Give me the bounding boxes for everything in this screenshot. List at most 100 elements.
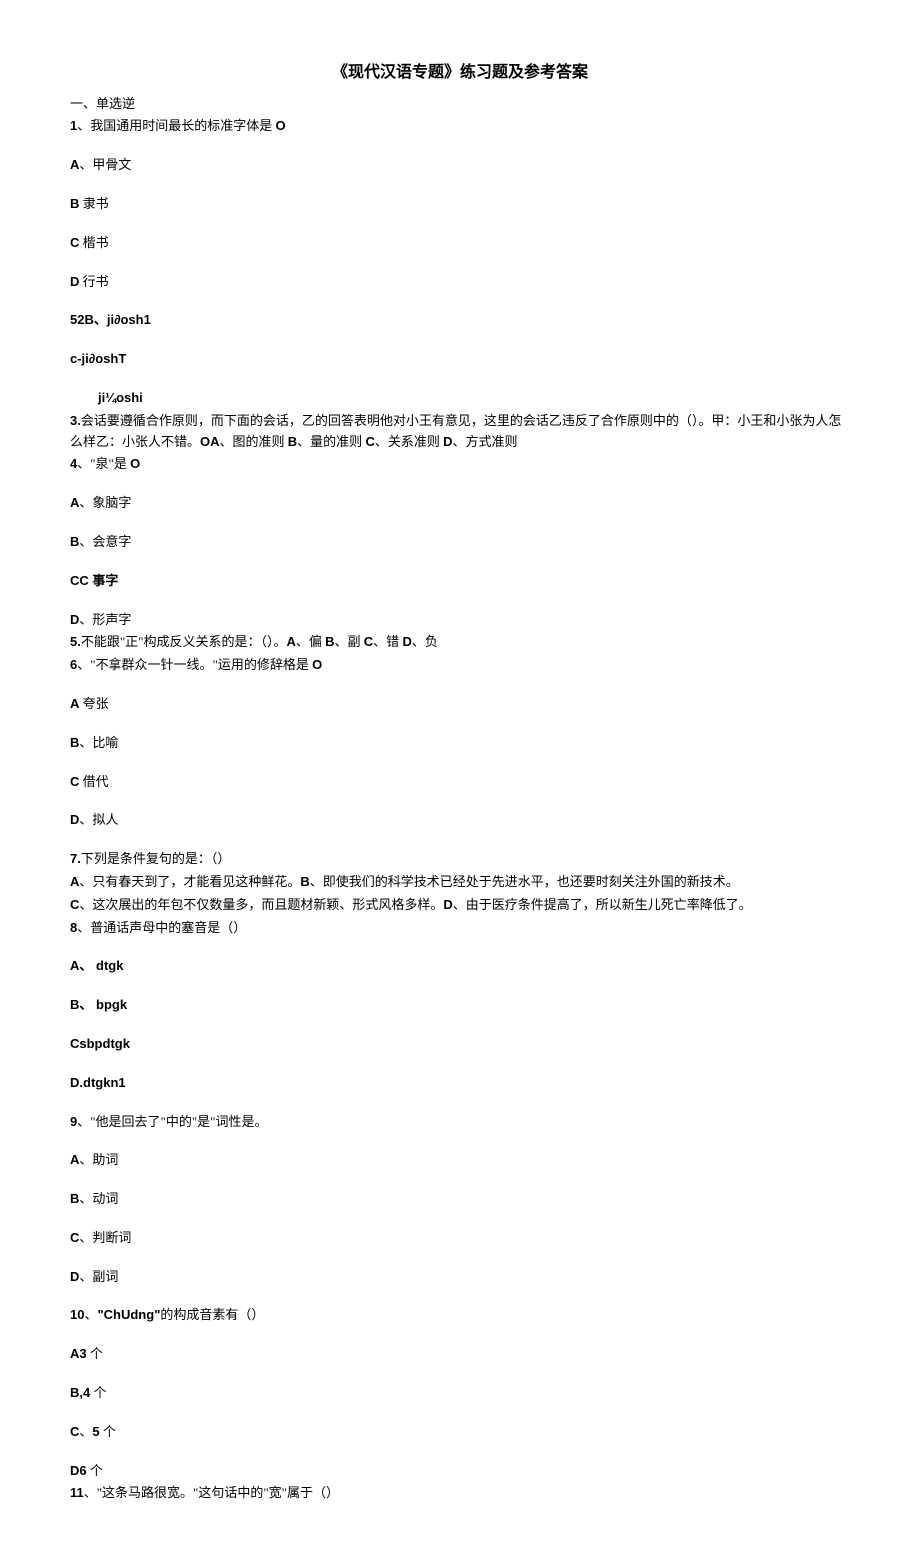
section-heading: 一、单选逆 [70, 94, 850, 115]
q7-a: A [70, 874, 79, 889]
q3-c: C [365, 434, 374, 449]
q5-dtext: 、负 [412, 634, 438, 649]
label-a: A3 [70, 1346, 87, 1361]
q5-text: 不能跟"正"构成反义关系的是：（）。 [81, 634, 287, 649]
q3-stem: 3.会话要遵循合作原则，而下面的会话，乙的回答表明他对小王有意见，这里的会话乙违… [70, 411, 850, 453]
q1-opt-c: C 楷书 [70, 233, 850, 254]
opt-text: 、副词 [79, 1269, 118, 1284]
label-a: A [70, 958, 79, 973]
q10-opt-a: A3 个 [70, 1344, 850, 1365]
q10-sep: 、 [84, 1307, 97, 1322]
q9-opt-c: C、判断词 [70, 1228, 850, 1249]
q7-opts-row1: A、只有春天到了，才能看见这种鲜花。B、即使我们的科学技术已经处于先进水平，也还… [70, 872, 850, 893]
opt-text: 、会意字 [79, 534, 131, 549]
q7-d: D [443, 897, 452, 912]
q1-opt-a: A、甲骨文 [70, 155, 850, 176]
q5-atext: 、偏 [296, 634, 325, 649]
q10-opt-b: B,4 个 [70, 1383, 850, 1404]
q10-num: 10 [70, 1307, 84, 1322]
q11-num: 11 [70, 1485, 84, 1500]
q5-b: B [325, 634, 334, 649]
q8-opt-b: B、 bpgk [70, 995, 850, 1016]
q7-ctext: 、这次展出的年包不仅数量多，而且题材新颖、形式风格多样。 [79, 897, 443, 912]
q10-pinyin: "ChUdng" [97, 1307, 160, 1322]
q3-oa: OA [200, 434, 220, 449]
q1-opt-b: B 隶书 [70, 194, 850, 215]
q8-opt-d: D.dtgkn1 [70, 1073, 850, 1094]
label-c-num: 5 [92, 1424, 99, 1439]
q4-opt-c: CC 事字 [70, 571, 850, 592]
opt-text: 、形声字 [79, 612, 131, 627]
q2-line3: ji¼oshi [70, 388, 850, 409]
q3-b: B [288, 434, 297, 449]
q7-atext: 、只有春天到了，才能看见这种鲜花。 [79, 874, 300, 889]
q4-text: 、"泉"是 [77, 456, 130, 471]
q4-opt-a: A、象脑字 [70, 493, 850, 514]
label-c: C [70, 774, 79, 789]
label-c-pre: C [70, 1424, 79, 1439]
q2-line1: 52B、ji∂osh1 [70, 310, 850, 331]
q3-num: 3. [70, 413, 81, 428]
opt-text: 、 dtgk [79, 958, 123, 973]
opt-text: 事字 [89, 573, 119, 588]
opt-text: 、 bpgk [79, 997, 127, 1012]
q11-stem: 11、"这条马路很宽。"这句话中的"宽"属于（） [70, 1483, 850, 1504]
label-c: C [70, 1230, 79, 1245]
q7-text: 下列是条件复句的是：（） [81, 851, 231, 866]
q1-stem: 1、我国通用时间最长的标准字体是 O [70, 116, 850, 137]
opt-text: 隶书 [79, 196, 108, 211]
q5-a: A [286, 634, 295, 649]
q4-opt-d: D、形声字 [70, 610, 850, 631]
q9-opt-d: D、副词 [70, 1267, 850, 1288]
q6-end: O [312, 657, 322, 672]
label-b: B,4 [70, 1385, 90, 1400]
label-b: B [70, 735, 79, 750]
q1-end: O [276, 118, 286, 133]
q1-text: 、我国通用时间最长的标准字体是 [77, 118, 275, 133]
label-b: B [70, 534, 79, 549]
q1-opt-d: D 行书 [70, 272, 850, 293]
q8-text: 、普通话声母中的塞音是（） [77, 920, 246, 935]
opt-text: 个 [90, 1385, 106, 1400]
label-a: A [70, 157, 79, 172]
q3-ctext: 、关系准则 [375, 434, 443, 449]
q5-d: D [402, 634, 411, 649]
opt-text: 借代 [79, 774, 108, 789]
opt-text: 个 [87, 1463, 103, 1478]
q6-opt-a: A 夸张 [70, 694, 850, 715]
q3-dtext: 、方式准则 [452, 434, 517, 449]
label-a: A [70, 495, 79, 510]
opt-text: 、象脑字 [79, 495, 131, 510]
q6-opt-c: C 借代 [70, 772, 850, 793]
q4-opt-b: B、会意字 [70, 532, 850, 553]
q7-btext: 、即使我们的科学技术已经处于先进水平，也还要时刻关注外国的新技术。 [310, 874, 739, 889]
q9-stem: 9、"他是回去了"中的"是"词性是。 [70, 1112, 850, 1133]
q5-stem: 5.不能跟"正"构成反义关系的是：（）。A、偏 B、副 C、错 D、负 [70, 632, 850, 653]
q6-opt-b: B、比喻 [70, 733, 850, 754]
label-c: C [70, 235, 79, 250]
q2-line2: c-ji∂oshT [70, 349, 850, 370]
label-d: D [70, 1269, 79, 1284]
q5-ctext: 、错 [373, 634, 402, 649]
label-a: A [70, 1152, 79, 1167]
q6-opt-d: D、拟人 [70, 810, 850, 831]
opt-text: 夸张 [79, 696, 108, 711]
q7-num: 7. [70, 851, 81, 866]
label-d: D [70, 812, 79, 827]
opt-text: 行书 [79, 274, 108, 289]
label-b: B [70, 997, 79, 1012]
q8-stem: 8、普通话声母中的塞音是（） [70, 918, 850, 939]
opt-text: 楷书 [79, 235, 108, 250]
q7-stem: 7.下列是条件复句的是：（） [70, 849, 850, 870]
q9-opt-b: B、动词 [70, 1189, 850, 1210]
q5-num: 5. [70, 634, 81, 649]
q5-btext: 、副 [335, 634, 364, 649]
q4-end: O [130, 456, 140, 471]
opt-text: 、甲骨文 [79, 157, 131, 172]
page-title: 《现代汉语专题》练习题及参考答案 [70, 60, 850, 86]
q10-stem: 10、"ChUdng"的构成音素有（） [70, 1305, 850, 1326]
opt-text: 个 [100, 1424, 116, 1439]
q7-c: C [70, 897, 79, 912]
q10-text: 的构成音素有（） [160, 1307, 264, 1322]
label-b: B [70, 1191, 79, 1206]
